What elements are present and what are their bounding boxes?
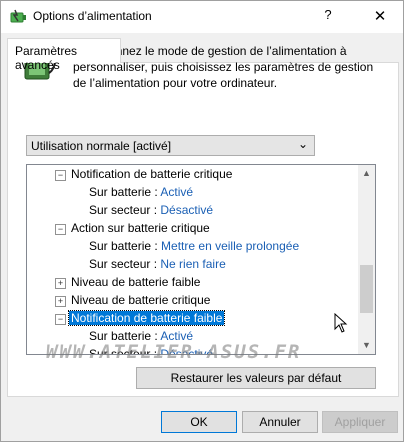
apply-button[interactable]: Appliquer bbox=[322, 411, 398, 433]
tab-advanced-settings[interactable]: Paramètres avancés bbox=[7, 38, 121, 72]
cancel-button[interactable]: Annuler bbox=[242, 411, 318, 433]
setting-value-link[interactable]: Désactivé bbox=[160, 203, 213, 217]
restore-defaults-button[interactable]: Restaurer les valeurs par défaut bbox=[136, 367, 376, 389]
vertical-scrollbar[interactable]: ▲ ▼ bbox=[358, 165, 375, 354]
ok-button[interactable]: OK bbox=[161, 411, 237, 433]
tree-node-critical-notification[interactable]: Notification de batterie critique bbox=[71, 165, 232, 183]
collapse-icon[interactable]: − bbox=[55, 170, 66, 181]
settings-tree[interactable]: − Notification de batterie critique Sur … bbox=[26, 164, 376, 355]
expand-icon[interactable]: + bbox=[55, 278, 66, 289]
collapse-icon[interactable]: − bbox=[55, 224, 66, 235]
setting-row: Sur secteur : Désactivé bbox=[89, 201, 213, 219]
power-plan-value: Utilisation normale [activé] bbox=[31, 139, 172, 153]
power-options-window: Options d’alimentation ? ✕ Paramètres av… bbox=[0, 0, 404, 442]
setting-row: Sur secteur : Ne rien faire bbox=[89, 255, 226, 273]
power-options-icon bbox=[10, 9, 26, 23]
setting-value-link[interactable]: Activé bbox=[160, 185, 193, 199]
setting-value-link[interactable]: Ne rien faire bbox=[160, 257, 225, 271]
setting-label: Sur batterie : bbox=[89, 239, 158, 253]
chevron-down-icon: ⌄ bbox=[297, 137, 308, 151]
title-bar: Options d’alimentation ? ✕ bbox=[1, 1, 403, 33]
setting-label: Sur secteur : bbox=[89, 203, 158, 217]
watermark: WWW.ATELIER-ASUS.FR bbox=[46, 341, 302, 363]
scrollbar-thumb[interactable] bbox=[360, 265, 373, 313]
setting-row: Sur batterie : Mettre en veille prolongé… bbox=[89, 237, 299, 255]
collapse-icon[interactable]: − bbox=[55, 314, 66, 325]
mouse-cursor-icon bbox=[334, 313, 348, 333]
scroll-up-icon[interactable]: ▲ bbox=[358, 165, 375, 182]
tree-node-critical-level[interactable]: Niveau de batterie critique bbox=[71, 291, 210, 309]
window-title: Options d’alimentation bbox=[33, 9, 152, 23]
expand-icon[interactable]: + bbox=[55, 296, 66, 307]
tree-node-low-notification-selected[interactable]: Notification de batterie faible bbox=[67, 309, 226, 327]
tree-node-critical-action[interactable]: Action sur batterie critique bbox=[71, 219, 210, 237]
dialog-footer: OK Annuler Appliquer bbox=[1, 401, 403, 441]
power-plan-select[interactable]: Utilisation normale [activé] ⌄ bbox=[26, 135, 315, 156]
setting-value-link[interactable]: Mettre en veille prolongée bbox=[161, 239, 299, 253]
selected-node-label: Notification de batterie faible bbox=[67, 310, 226, 326]
tab-label: Paramètres avancés bbox=[15, 44, 78, 72]
setting-label: Sur batterie : bbox=[89, 185, 158, 199]
setting-row: Sur batterie : Activé bbox=[89, 183, 193, 201]
close-button[interactable]: ✕ bbox=[367, 5, 393, 29]
help-button[interactable]: ? bbox=[319, 7, 337, 27]
scroll-down-icon[interactable]: ▼ bbox=[358, 337, 375, 354]
tree-node-low-level[interactable]: Niveau de batterie faible bbox=[71, 273, 200, 291]
setting-label: Sur secteur : bbox=[89, 257, 158, 271]
